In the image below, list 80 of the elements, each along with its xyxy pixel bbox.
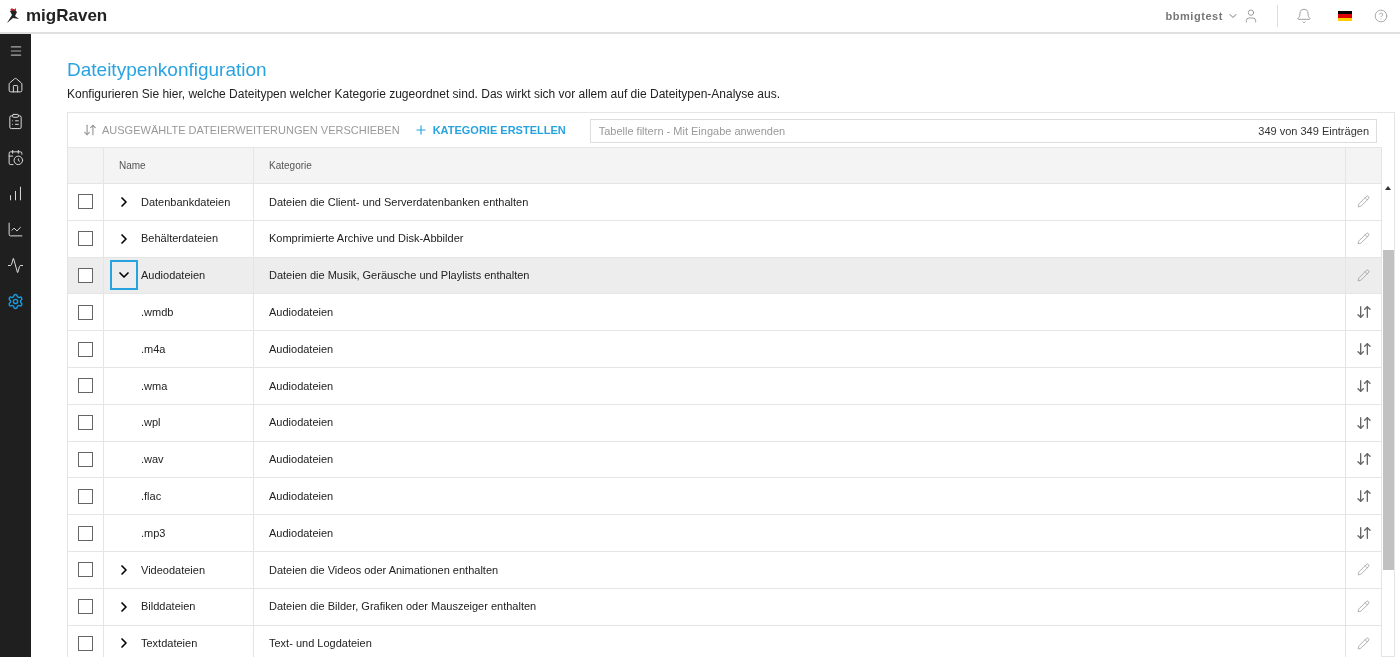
row-checkbox[interactable] xyxy=(78,599,93,615)
logo-text: migRaven xyxy=(26,5,108,28)
move-arrows-icon[interactable] xyxy=(1355,451,1372,468)
row-checkbox[interactable] xyxy=(78,231,93,247)
line-chart-icon[interactable] xyxy=(7,221,24,238)
row-checkbox[interactable] xyxy=(78,635,93,651)
name-cell-text: .wma xyxy=(141,378,168,394)
name-cell-text: .wav xyxy=(141,452,164,468)
table-row[interactable]: Bilddateien Dateien die Bilder, Grafiken oder Mauszeiger enthalten xyxy=(68,588,1381,626)
column-header: Name xyxy=(119,159,146,173)
table-row[interactable]: .wma Audiodateien xyxy=(68,368,1381,405)
row-checkbox[interactable] xyxy=(78,562,93,578)
category-cell-text: Dateien die Musik, Geräusche und Playlists enthalten xyxy=(269,268,530,284)
user-menu-button[interactable]: bbmigtest xyxy=(1165,7,1239,25)
name-cell-text: .flac xyxy=(141,489,162,504)
row-checkbox[interactable] xyxy=(78,525,93,541)
name-cell-text: Videodateien xyxy=(141,562,206,578)
menu-icon[interactable] xyxy=(8,44,23,58)
name-cell-text: .m4a xyxy=(141,341,166,357)
table-row[interactable]: Audiodateien Dateien die Musik, Geräusche und Playlists enthalten xyxy=(68,257,1381,295)
home-icon[interactable] xyxy=(7,77,24,94)
expand-toggle[interactable] xyxy=(110,260,138,291)
move-arrows-icon[interactable] xyxy=(1355,304,1372,321)
bar-chart-icon[interactable] xyxy=(7,185,24,202)
category-cell-text: Komprimierte Archive und Disk-Abbilder xyxy=(269,231,464,247)
entry-count: 349 von 349 Einträgen xyxy=(1258,123,1369,139)
move-arrows-icon[interactable] xyxy=(1355,488,1372,505)
name-cell-text: .wpl xyxy=(141,415,161,431)
table-row[interactable]: Datenbankdateien Dateien die Client- und Serverdatenbanken enthalten xyxy=(68,184,1381,221)
move-arrows-icon[interactable] xyxy=(1355,377,1372,394)
table-row[interactable]: Textdateien Text- und Logdateien xyxy=(68,625,1381,657)
table-row[interactable]: .wmdb Audiodateien xyxy=(68,294,1381,332)
name-cell-text: Textdateien xyxy=(141,636,198,652)
category-cell-text: Audiodateien xyxy=(269,341,334,357)
settings-icon[interactable] xyxy=(7,293,24,310)
move-arrows-icon[interactable] xyxy=(1355,341,1372,358)
row-checkbox[interactable] xyxy=(78,488,93,504)
calendar-clock-icon[interactable] xyxy=(7,149,24,166)
category-cell-text: Audiodateien xyxy=(269,305,334,321)
activity-icon[interactable] xyxy=(7,257,24,274)
flag-icon[interactable] xyxy=(1338,11,1352,21)
sort-arrows-icon xyxy=(83,123,97,137)
move-arrows-icon[interactable] xyxy=(1355,525,1372,542)
name-cell-text: Audiodateien xyxy=(141,268,206,284)
category-cell-text: Text- und Logdateien xyxy=(269,636,372,652)
row-checkbox[interactable] xyxy=(78,451,93,467)
table-row[interactable]: .wav Audiodateien xyxy=(68,441,1381,479)
table-row[interactable]: .mp3 Audiodateien xyxy=(68,515,1381,552)
row-checkbox[interactable] xyxy=(78,341,93,357)
clipboard-icon[interactable] xyxy=(7,113,24,130)
name-cell-text: .mp3 xyxy=(141,525,166,541)
name-cell-text: Datenbankdateien xyxy=(141,194,231,210)
row-checkbox[interactable] xyxy=(78,194,93,210)
category-cell-text: Audiodateien xyxy=(269,525,334,541)
category-cell-text: Audiodateien xyxy=(269,489,334,504)
category-cell-text: Dateien die Videos oder Animationen enthalten xyxy=(269,562,499,578)
page-description: Konfigurieren Sie hier, welche Dateitypen welcher Kategorie zugeordnet sind. Das wirkt sich vor allem auf die Dateitypen-Analyse aus. xyxy=(67,86,782,103)
category-cell-text: Audiodateien xyxy=(269,378,334,394)
row-checkbox[interactable] xyxy=(78,268,93,283)
row-checkbox[interactable] xyxy=(78,378,93,394)
scrollbar[interactable] xyxy=(1381,147,1394,656)
row-checkbox[interactable] xyxy=(78,415,93,431)
name-cell-text: Behälterdateien xyxy=(141,231,219,247)
category-cell-text: Dateien die Client- und Serverdatenbanken enthalten xyxy=(269,194,529,210)
page-title: Dateitypenkonfiguration xyxy=(67,58,268,82)
scroll-up-arrow-icon[interactable] xyxy=(1385,186,1391,190)
table-row[interactable]: .m4a Audiodateien xyxy=(68,331,1381,368)
name-cell-text: Bilddateien xyxy=(141,599,196,615)
name-cell-text: .wmdb xyxy=(141,305,174,321)
move-arrows-icon[interactable] xyxy=(1355,414,1372,431)
table-row[interactable]: .flac Audiodateien xyxy=(68,478,1381,516)
table-row[interactable]: .wpl Audiodateien xyxy=(68,404,1381,442)
table-row[interactable]: Behälterdateien Komprimierte Archive und Disk-Abbilder xyxy=(68,220,1381,258)
plus-icon xyxy=(413,123,428,137)
table-row[interactable]: Videodateien Dateien die Videos oder Animationen enthalten xyxy=(68,551,1381,589)
category-cell-text: Audiodateien xyxy=(269,415,334,431)
row-checkbox[interactable] xyxy=(78,304,93,320)
category-cell-text: Audiodateien xyxy=(269,452,334,468)
category-cell-text: Dateien die Bilder, Grafiken oder Mauszeiger enthalten xyxy=(269,599,537,615)
column-header: Kategorie xyxy=(269,159,312,173)
